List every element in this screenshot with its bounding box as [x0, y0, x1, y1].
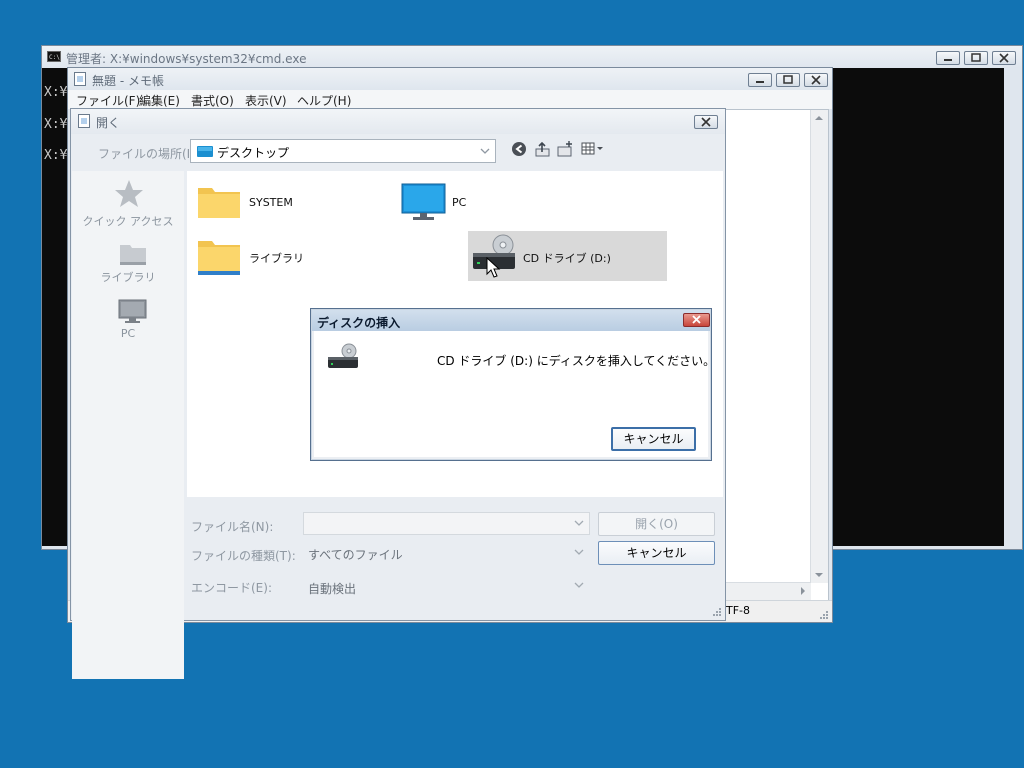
menu-help[interactable]: ヘルプ(H): [297, 92, 351, 109]
svg-text:C:\: C:\: [49, 54, 60, 61]
back-icon[interactable]: [511, 141, 527, 157]
notepad-titlebar[interactable]: 無題 - メモ帳: [68, 68, 832, 90]
insert-disk-body: CD ドライブ (D:) にディスクを挿入してください。 キャンセル: [314, 331, 715, 457]
close-icon: [692, 315, 701, 324]
resize-grip-icon[interactable]: [710, 605, 722, 617]
location-combobox[interactable]: デスクトップ: [190, 139, 496, 163]
open-dialog-title: 開く: [96, 116, 121, 130]
scroll-up-icon: [815, 116, 823, 120]
notepad-menubar: ファイル(F) 編集(E) 書式(O) 表示(V) ヘルプ(H): [68, 90, 832, 109]
star-icon: [115, 180, 143, 207]
place-label: PC: [120, 327, 136, 340]
view-menu-icon[interactable]: [581, 141, 605, 157]
pc-icon: [118, 299, 147, 323]
monitor-icon: [401, 183, 446, 220]
place-quick-access[interactable]: クイック アクセス: [72, 177, 184, 233]
menu-edit[interactable]: 編集(E): [139, 92, 180, 109]
open-dialog-titlebar[interactable]: 開く: [71, 109, 725, 134]
close-icon: [811, 75, 821, 85]
encoding-label: エンコード(E):: [191, 581, 272, 595]
file-label: PC: [452, 196, 467, 209]
file-item-system[interactable]: SYSTEM: [197, 183, 387, 223]
library-folder-icon: [198, 241, 240, 275]
cmd-app-icon: C:\: [47, 51, 61, 62]
filetype-label: ファイルの種類(T):: [191, 549, 296, 563]
notepad-maximize-button[interactable]: [776, 73, 800, 87]
place-label: クイック アクセス: [82, 215, 174, 228]
maximize-icon: [971, 53, 981, 62]
insert-disk-close-button[interactable]: [683, 313, 710, 327]
file-label: SYSTEM: [249, 196, 293, 209]
cmd-line: X:¥: [44, 148, 68, 163]
library-icon: [120, 245, 146, 265]
chevron-down-icon: [574, 549, 584, 555]
file-item-pc[interactable]: PC: [397, 183, 587, 223]
filename-label: ファイル名(N):: [191, 520, 274, 534]
notepad-app-icon: [74, 72, 86, 86]
filetype-value: すべてのファイル: [308, 548, 403, 562]
insert-disk-dialog: ディスクの挿入 CD ドライブ (D:) にディスクを挿入してください。 キャン…: [310, 308, 715, 461]
cmd-line: X:¥: [44, 85, 68, 100]
close-icon: [999, 53, 1009, 63]
encoding-value: 自動検出: [308, 582, 357, 596]
desktop-icon: [197, 146, 213, 157]
notepad-close-button[interactable]: [804, 73, 828, 87]
menu-view[interactable]: 表示(V): [245, 92, 287, 109]
open-dialog-cancel-button[interactable]: キャンセル: [598, 541, 715, 565]
filename-combobox[interactable]: [303, 512, 590, 535]
file-label: ライブラリ: [249, 252, 304, 265]
status-encoding: TF-8: [726, 604, 751, 617]
scroll-right-icon: [801, 587, 805, 595]
insert-disk-title: ディスクの挿入: [317, 316, 401, 330]
places-bar: クイック アクセス ライブラリ PC: [72, 171, 184, 679]
close-icon: [701, 117, 711, 127]
open-dialog-close-button[interactable]: [694, 115, 718, 129]
minimize-icon: [944, 59, 952, 61]
location-label: ファイルの場所(I):: [98, 147, 199, 161]
location-value: デスクトップ: [217, 146, 290, 160]
file-label: CD ドライブ (D:): [523, 252, 611, 265]
cmd-line: X:¥: [44, 117, 68, 132]
minimize-icon: [756, 81, 764, 83]
notepad-minimize-button[interactable]: [748, 73, 772, 87]
insert-disk-message: CD ドライブ (D:) にディスクを挿入してください。: [437, 354, 716, 368]
up-folder-icon[interactable]: [534, 140, 552, 158]
chevron-down-icon: [574, 520, 584, 526]
cmd-title: 管理者: X:¥windows¥system32¥cmd.exe: [66, 52, 307, 66]
insert-disk-titlebar[interactable]: ディスクの挿入: [312, 310, 710, 331]
chevron-down-icon: [480, 148, 490, 154]
menu-format[interactable]: 書式(O): [191, 92, 234, 109]
cmd-close-button[interactable]: [992, 51, 1016, 65]
place-label: ライブラリ: [100, 271, 156, 284]
chevron-down-icon: [574, 582, 584, 588]
open-button[interactable]: 開く(O): [598, 512, 715, 536]
vertical-scrollbar[interactable]: [810, 110, 828, 583]
cmd-scroll-frame: [1004, 68, 1022, 546]
insert-disk-cancel-button[interactable]: キャンセル: [611, 427, 696, 451]
cmd-minimize-button[interactable]: [936, 51, 960, 65]
place-pc[interactable]: PC: [72, 297, 184, 349]
menu-file[interactable]: ファイル(F): [76, 92, 140, 109]
cmd-titlebar[interactable]: C:\ 管理者: X:¥windows¥system32¥cmd.exe: [42, 46, 1022, 68]
maximize-icon: [783, 75, 793, 84]
notepad-app-icon: [78, 114, 90, 128]
new-folder-icon[interactable]: [557, 140, 575, 158]
file-item-library[interactable]: ライブラリ: [197, 237, 387, 281]
cd-drive-icon: [328, 343, 358, 368]
mouse-cursor-icon: [486, 257, 501, 278]
encoding-combobox[interactable]: 自動検出: [303, 574, 590, 597]
filetype-combobox[interactable]: すべてのファイル: [303, 541, 590, 564]
resize-grip-icon[interactable]: [817, 608, 829, 620]
cmd-maximize-button[interactable]: [964, 51, 988, 65]
folder-icon: [198, 188, 240, 218]
scroll-down-icon: [815, 573, 823, 577]
place-library[interactable]: ライブラリ: [72, 239, 184, 291]
notepad-title: 無題 - メモ帳: [92, 74, 164, 88]
